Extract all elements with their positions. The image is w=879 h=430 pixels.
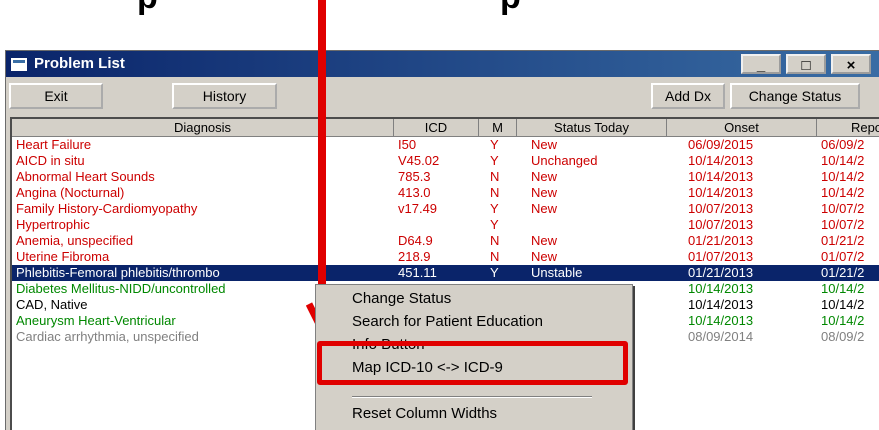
cell-onset: 01/21/2013	[688, 233, 754, 248]
cell-m: N	[490, 185, 500, 200]
cell-icd: I50	[398, 137, 417, 152]
cell-onset: 10/14/2013	[688, 153, 754, 168]
menu-item-reset-column-widths[interactable]: Reset Column Widths	[352, 405, 497, 422]
caption-fragment-2: p	[500, 0, 521, 17]
cell-diagnosis: Angina (Nocturnal)	[16, 185, 125, 200]
cell-onset: 10/14/2013	[688, 169, 754, 184]
cell-diagnosis: Abnormal Heart Sounds	[16, 169, 155, 184]
app-window-icon	[10, 57, 28, 72]
cell-repo: 10/14/2	[821, 185, 865, 200]
cell-m: Y	[490, 201, 499, 216]
cell-onset: 10/07/2013	[688, 201, 754, 216]
cell-diagnosis: Uterine Fibroma	[16, 249, 110, 264]
cell-diagnosis: Family History-Cardiomyopathy	[16, 201, 198, 216]
column-header-repo[interactable]: Repo	[817, 119, 879, 137]
cell-repo: 10/07/2	[821, 217, 865, 232]
cell-onset: 01/21/2013	[688, 265, 754, 280]
table-row[interactable]: Family History-Cardiomyopathy v17.49 Y New 1…	[12, 201, 879, 217]
cell-status: New	[531, 137, 558, 152]
cell-m: Y	[490, 137, 499, 152]
cell-onset: 10/14/2013	[688, 297, 754, 312]
minimize-button[interactable]: _	[741, 54, 781, 74]
table-row[interactable]: AICD in situ V45.02 Y Unchanged 10/14/2013 10…	[12, 153, 879, 169]
cell-m: N	[490, 233, 500, 248]
column-header-m[interactable]: M	[479, 119, 517, 137]
cell-repo: 08/09/2	[821, 329, 865, 344]
cell-diagnosis: Cardiac arrhythmia, unspecified	[16, 329, 199, 344]
cell-diagnosis: Hypertrophic	[16, 217, 90, 232]
column-header-onset[interactable]: Onset	[667, 119, 817, 137]
table-row[interactable]: Heart Failure I50 Y New 06/09/2015 06/09/2	[12, 137, 879, 153]
cell-repo: 01/21/2	[821, 233, 865, 248]
cell-diagnosis: Diabetes Mellitus-NIDD/uncontrolled	[16, 281, 226, 296]
cell-repo: 10/14/2	[821, 297, 865, 312]
cell-m: N	[490, 249, 500, 264]
cell-m: N	[490, 169, 500, 184]
caption-fragment-1: p	[137, 0, 158, 17]
column-header-icd[interactable]: ICD	[394, 119, 479, 137]
cell-status: New	[531, 233, 558, 248]
column-header-diagnosis[interactable]: Diagnosis	[12, 119, 394, 137]
cell-repo: 10/14/2	[821, 153, 865, 168]
cell-diagnosis: AICD in situ	[16, 153, 85, 168]
screenshot-stage: p p Problem List _ □ × Exit History Add …	[0, 0, 879, 430]
annotation-highlight-box	[317, 341, 628, 385]
cell-icd: 413.0	[398, 185, 431, 200]
menu-item-change-status[interactable]: Change Status	[352, 290, 451, 307]
change-status-button[interactable]: Change Status	[730, 83, 860, 109]
table-row[interactable]: Uterine Fibroma 218.9 N New 01/07/2013 01/07/…	[12, 249, 879, 265]
column-header-status-today[interactable]: Status Today	[517, 119, 667, 137]
cell-repo: 10/14/2	[821, 281, 865, 296]
window-title: Problem List	[34, 55, 125, 72]
cell-diagnosis: Aneurysm Heart-Ventricular	[16, 313, 176, 328]
menu-separator	[352, 396, 592, 398]
cell-status: Unstable	[531, 265, 583, 280]
cell-repo: 10/14/2	[821, 169, 865, 184]
cell-onset: 10/14/2013	[688, 185, 754, 200]
cell-onset: 10/14/2013	[688, 281, 754, 296]
cell-m: Y	[490, 265, 499, 280]
cell-repo: 10/07/2	[821, 201, 865, 216]
cell-icd: 218.9	[398, 249, 431, 264]
close-button[interactable]: ×	[831, 54, 871, 74]
table-row[interactable]: Angina (Nocturnal) 413.0 N New 10/14/2013 10/…	[12, 185, 879, 201]
cell-onset: 06/09/2015	[688, 137, 754, 152]
cell-onset: 10/14/2013	[688, 313, 754, 328]
cell-diagnosis: Phlebitis-Femoral phlebitis/thrombo	[16, 265, 220, 280]
cell-onset: 08/09/2014	[688, 329, 754, 344]
menu-item-search-patient-education[interactable]: Search for Patient Education	[352, 313, 543, 330]
cell-status: New	[531, 201, 558, 216]
cell-icd: D64.9	[398, 233, 433, 248]
cell-status: Unchanged	[531, 153, 598, 168]
cell-repo: 01/07/2	[821, 249, 865, 264]
cell-icd: 785.3	[398, 169, 431, 184]
cell-status: New	[531, 185, 558, 200]
history-button[interactable]: History	[172, 83, 277, 109]
cell-diagnosis: CAD, Native	[16, 297, 88, 312]
cell-repo: 06/09/2	[821, 137, 865, 152]
table-row[interactable]: Anemia, unspecified D64.9 N New 01/21/2013 01…	[12, 233, 879, 249]
add-dx-button[interactable]: Add Dx	[651, 83, 725, 109]
cell-repo: 01/21/2	[821, 265, 865, 280]
title-bar: Problem List _ □ ×	[6, 51, 879, 77]
cell-diagnosis: Heart Failure	[16, 137, 92, 152]
exit-button[interactable]: Exit	[9, 83, 103, 109]
cell-status: New	[531, 169, 558, 184]
maximize-button[interactable]: □	[786, 54, 826, 74]
cell-icd: 451.11	[398, 265, 437, 280]
cell-status: New	[531, 249, 558, 264]
cell-icd: v17.49	[398, 201, 438, 216]
cell-m: Y	[490, 217, 499, 232]
table-row[interactable]: Abnormal Heart Sounds 785.3 N New 10/14/2013…	[12, 169, 879, 185]
cell-m: Y	[490, 153, 499, 168]
cell-onset: 01/07/2013	[688, 249, 754, 264]
annotation-arrow-shaft	[318, 0, 326, 308]
cell-icd: V45.02	[398, 153, 440, 168]
cell-repo: 10/14/2	[821, 313, 865, 328]
table-row[interactable]: Hypertrophic Y 10/07/2013 10/07/2	[12, 217, 879, 233]
table-row[interactable]: Phlebitis-Femoral phlebitis/thrombo 451.1…	[12, 265, 879, 281]
cell-diagnosis: Anemia, unspecified	[16, 233, 134, 248]
cell-onset: 10/07/2013	[688, 217, 754, 232]
